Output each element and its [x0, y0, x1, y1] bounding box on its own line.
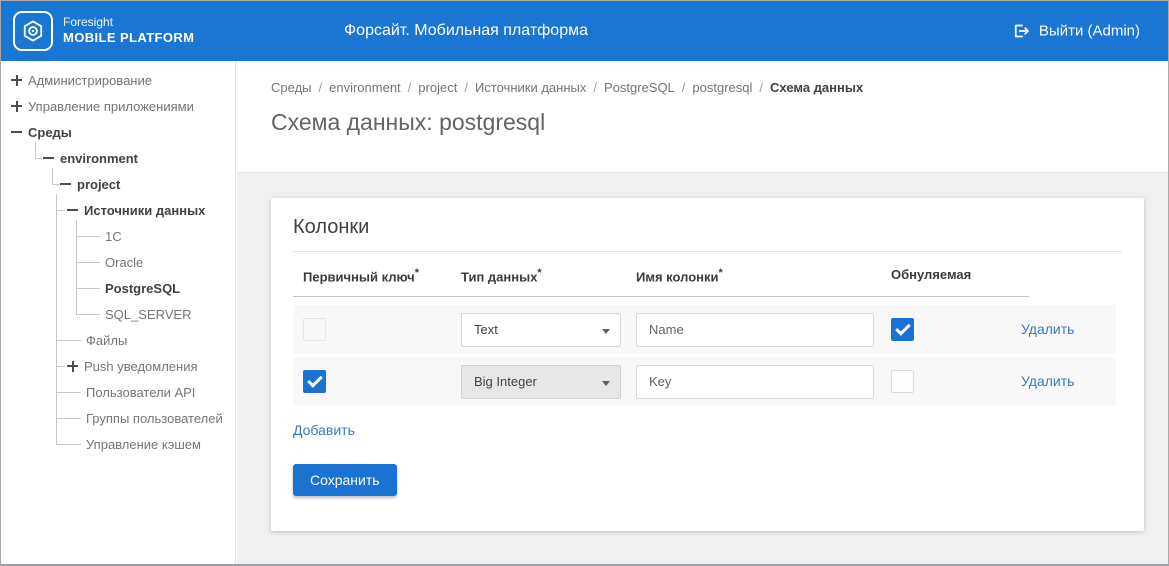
card-title: Колонки — [293, 216, 370, 238]
primary-key-checkbox[interactable] — [303, 318, 326, 342]
collapse-icon[interactable] — [43, 153, 54, 164]
breadcrumb-separator: / — [681, 80, 686, 95]
breadcrumb-separator: / — [759, 80, 764, 95]
column-header-primary-key: Первичный ключ* — [303, 267, 419, 285]
logout-button[interactable]: Выйти (Admin) — [1011, 22, 1140, 41]
logout-icon — [1011, 22, 1030, 41]
app-title: Форсайт. Мобильная платформа — [344, 22, 588, 39]
nullable-checkbox[interactable] — [891, 318, 914, 342]
logout-label: Выйти (Admin) — [1038, 22, 1140, 40]
column-header-column-name: Имя колонки* — [636, 267, 723, 285]
logo-brand-name: Foresight — [63, 15, 114, 30]
breadcrumb-item[interactable]: project — [418, 80, 457, 95]
sidebar-item-environments[interactable]: Среды — [1, 119, 235, 145]
breadcrumb-separator: / — [593, 80, 597, 95]
nullable-checkbox[interactable] — [891, 370, 914, 394]
column-header-nullable: Обнуляемая — [891, 267, 972, 282]
table-body: Text Удалить — [293, 305, 1122, 407]
breadcrumb-separator: / — [318, 80, 323, 95]
data-type-select[interactable]: Text — [461, 312, 621, 347]
sidebar-tree: Администрирование Управление приложениям… — [1, 61, 236, 564]
app-logo: Foresight MOBILE PLATFORM — [13, 11, 194, 51]
collapse-icon[interactable] — [67, 205, 78, 216]
breadcrumb-separator: / — [464, 80, 468, 95]
table-row: Text Удалить — [293, 305, 1116, 355]
delete-row-link[interactable]: Удалить — [1021, 321, 1074, 337]
sidebar-item-data-sources[interactable]: Источники данных — [1, 197, 235, 223]
breadcrumb: Среды / environment / project / Источники данн… — [271, 80, 1168, 95]
sidebar-item-project[interactable]: project — [1, 171, 235, 197]
expand-icon[interactable] — [67, 360, 78, 372]
required-mark: * — [537, 267, 542, 279]
sidebar-item-push-notifications[interactable]: Push уведомления — [1, 353, 235, 379]
sidebar-item-label: environment — [60, 150, 139, 166]
column-name-input[interactable] — [636, 364, 874, 399]
sidebar-item-label: Пользователи API — [86, 384, 196, 400]
sidebar-item-postgresql[interactable]: PostgreSQL — [1, 275, 235, 301]
page-header-band: Среды / environment / project / Источники данн… — [237, 61, 1168, 173]
required-mark: * — [414, 267, 419, 279]
primary-key-checkbox[interactable] — [303, 370, 326, 394]
sidebar-item-label: Управление кэшем — [86, 436, 201, 452]
sidebar-item-api-users[interactable]: Пользователи API — [1, 379, 235, 405]
sidebar-item-label: 1C — [105, 228, 122, 244]
required-mark: * — [718, 267, 723, 279]
sidebar-item-label: Источники данных — [84, 202, 206, 218]
sidebar-item-user-groups[interactable]: Группы пользователей — [1, 405, 235, 431]
columns-card: Колонки Первичный ключ* Тип данных* Имя … — [271, 198, 1144, 531]
sidebar-item-files[interactable]: Файлы — [1, 327, 235, 353]
data-type-value: Text — [474, 322, 498, 338]
breadcrumb-item[interactable]: Источники данных — [475, 80, 586, 95]
sidebar-item-label: project — [77, 176, 121, 192]
foresight-logo-icon — [13, 11, 53, 51]
expand-icon[interactable] — [11, 74, 22, 86]
sidebar-item-label: Push уведомления — [84, 358, 198, 374]
breadcrumb-item-current: Схема данных — [770, 80, 864, 95]
sidebar-item-administration[interactable]: Администрирование — [1, 67, 235, 93]
logo-product-name: MOBILE PLATFORM — [63, 30, 195, 46]
table-header-row: Первичный ключ* Тип данных* Имя колонки*… — [293, 252, 1029, 298]
sidebar-item-label: Администрирование — [28, 72, 152, 88]
sidebar-item-label: PostgreSQL — [105, 280, 181, 296]
sidebar-item-oracle[interactable]: Oracle — [1, 249, 235, 275]
page-title: Схема данных: postgresql — [271, 109, 546, 135]
sidebar-item-environment[interactable]: environment — [1, 145, 235, 171]
sidebar-item-label: Oracle — [105, 254, 144, 270]
breadcrumb-item[interactable]: Среды — [271, 80, 312, 95]
data-type-value: Big Integer — [474, 374, 537, 390]
logo-text: Foresight MOBILE PLATFORM — [63, 15, 194, 46]
sidebar-item-1c[interactable]: 1C — [1, 223, 235, 249]
sidebar-item-label: Управление приложениями — [28, 98, 194, 114]
sidebar-item-label: SQL_SERVER — [105, 306, 192, 322]
sidebar-item-sql-server[interactable]: SQL_SERVER — [1, 301, 235, 327]
data-type-select[interactable]: Big Integer — [461, 364, 621, 399]
delete-row-link[interactable]: Удалить — [1021, 373, 1074, 389]
app-window: Foresight MOBILE PLATFORM Форсайт. Мобил… — [0, 0, 1169, 566]
expand-icon[interactable] — [11, 100, 22, 112]
save-button[interactable]: Сохранить — [293, 464, 397, 497]
collapse-icon[interactable] — [11, 127, 22, 138]
breadcrumb-item[interactable]: postgresql — [692, 80, 752, 95]
sidebar-item-label: Файлы — [86, 332, 128, 348]
breadcrumb-item[interactable]: PostgreSQL — [604, 80, 675, 95]
breadcrumb-item[interactable]: environment — [329, 80, 401, 95]
app-header: Foresight MOBILE PLATFORM Форсайт. Мобил… — [1, 1, 1168, 61]
sidebar-item-app-management[interactable]: Управление приложениями — [1, 93, 235, 119]
sidebar-item-label: Группы пользователей — [86, 410, 223, 426]
sidebar-item-cache-management[interactable]: Управление кэшем — [1, 431, 235, 457]
collapse-icon[interactable] — [60, 179, 71, 190]
add-column-link[interactable]: Добавить — [293, 422, 355, 438]
content-area: Колонки Первичный ключ* Тип данных* Имя … — [237, 173, 1168, 564]
table-row: Big Integer Удалить — [293, 357, 1116, 407]
column-header-data-type: Тип данных* — [461, 267, 542, 285]
breadcrumb-separator: / — [407, 80, 412, 95]
sidebar-item-label: Среды — [28, 124, 72, 140]
column-name-input[interactable] — [636, 312, 874, 347]
